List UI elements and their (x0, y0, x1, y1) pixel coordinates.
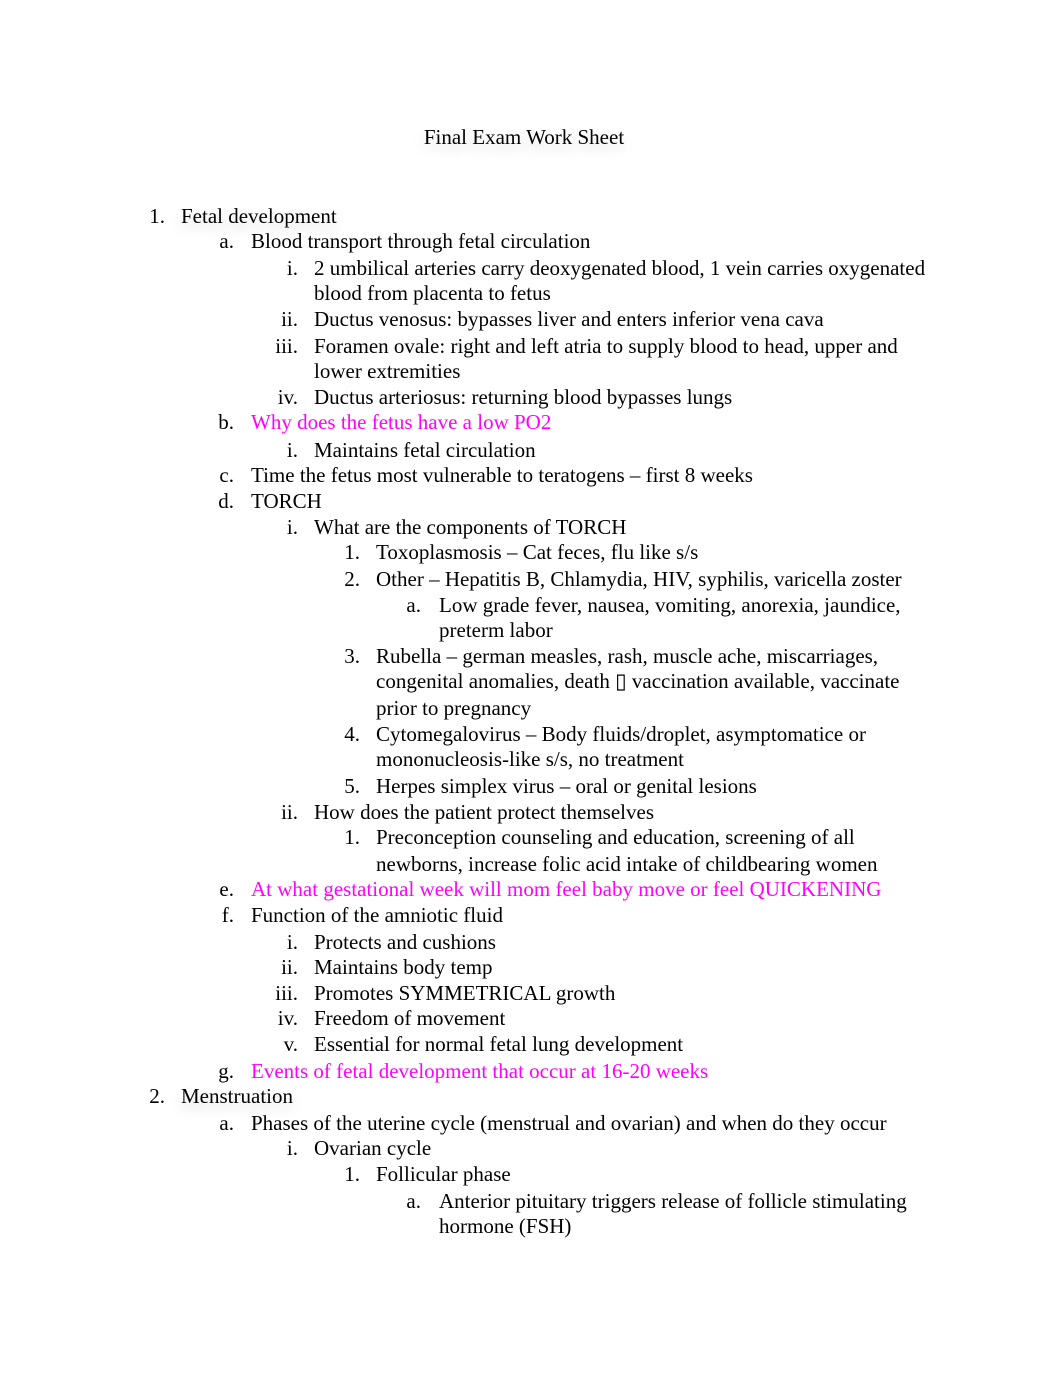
list-marker: i. (286, 515, 298, 539)
list-marker: 1. (149, 204, 165, 228)
list-marker: iv. (277, 1006, 298, 1030)
list-marker: d. (218, 489, 234, 513)
list-item: What are the components of TORCH (314, 515, 627, 539)
list-item: Promotes SYMMETRICAL growth (314, 981, 616, 1005)
list-item: Preconception counseling and education, … (376, 825, 855, 849)
list-item: 2 umbilical arteries carry deoxygenated … (314, 256, 926, 280)
list-item: Ductus venosus: bypasses liver and enter… (314, 307, 824, 331)
list-item: Foramen ovale: right and left atria to s… (314, 334, 898, 358)
list-item: Anterior pituitary triggers release of f… (439, 1189, 907, 1213)
list-marker: 1. (344, 825, 360, 849)
document-title: Final Exam Work Sheet (423, 125, 625, 149)
list-item: Cytomegalovirus – Body fluids/droplet, a… (376, 722, 866, 746)
list-marker: iii. (275, 981, 298, 1005)
list-item: Other – Hepatitis B, Chlamydia, HIV, syp… (376, 567, 902, 591)
list-marker: a. (219, 1111, 234, 1135)
list-item: prior to pregnancy (376, 696, 532, 720)
highlighted-question: Why does the fetus have a low PO2 (251, 410, 552, 434)
list-marker: 5. (344, 774, 360, 798)
list-item: Blood transport through fetal circulatio… (251, 229, 591, 253)
list-item: Essential for normal fetal lung developm… (314, 1032, 684, 1056)
list-item: How does the patient protect themselves (314, 800, 654, 824)
list-marker: 3. (344, 644, 360, 668)
list-item: Freedom of movement (314, 1006, 506, 1030)
list-item: lower extremities (314, 359, 461, 383)
list-marker: ii. (281, 307, 298, 331)
list-item: mononucleosis-like s/s, no treatment (376, 747, 684, 771)
list-item: Ductus arteriosus: returning blood bypas… (314, 385, 733, 409)
list-marker: 1. (344, 1162, 360, 1186)
list-marker: 1. (344, 540, 360, 564)
list-item: Herpes simplex virus – oral or genital l… (376, 774, 757, 798)
list-item: Follicular phase (376, 1162, 511, 1186)
list-marker: v. (283, 1032, 298, 1056)
list-item: blood from placenta to fetus (314, 281, 551, 305)
highlighted-question: At what gestational week will mom feel b… (251, 877, 882, 901)
list-item: Time the fetus most vulnerable to terato… (251, 463, 753, 487)
list-item: newborns, increase folic acid intake of … (376, 852, 878, 876)
list-marker: f. (221, 903, 234, 927)
list-item: Rubella – german measles, rash, muscle a… (376, 644, 879, 668)
list-marker: b. (218, 410, 234, 434)
list-item: Toxoplasmosis – Cat feces, flu like s/s (376, 540, 699, 564)
list-marker: ii. (281, 800, 298, 824)
list-marker: iii. (275, 334, 298, 358)
list-marker: i. (286, 438, 298, 462)
list-marker: 2. (344, 567, 360, 591)
list-marker: c. (219, 463, 234, 487)
list-marker: g. (218, 1059, 234, 1083)
list-marker: 2. (149, 1084, 165, 1108)
list-item: hormone (FSH) (439, 1214, 572, 1238)
list-marker: ii. (281, 955, 298, 979)
list-item: preterm labor (439, 618, 553, 642)
list-item: TORCH (251, 489, 322, 513)
list-marker: 4. (344, 722, 360, 746)
document-page: Final Exam Work Sheet 1. Fetal developmen… (0, 0, 1062, 1377)
list-item: Function of the amniotic fluid (251, 903, 503, 927)
list-marker: iv. (277, 385, 298, 409)
list-item: Maintains body temp (314, 955, 493, 979)
section-heading: Fetal development (181, 204, 337, 228)
list-marker: i. (286, 1136, 298, 1160)
list-item: Phases of the uterine cycle (menstrual a… (251, 1111, 887, 1135)
highlighted-question: Events of fetal development that occur a… (251, 1059, 709, 1083)
list-item: Protects and cushions (314, 930, 496, 954)
list-marker: a. (406, 1189, 421, 1213)
list-marker: e. (219, 877, 234, 901)
list-marker: a. (219, 229, 234, 253)
section-heading: Menstruation (181, 1084, 293, 1108)
list-marker: i. (286, 930, 298, 954)
list-item: Ovarian cycle (314, 1136, 432, 1160)
list-item: Low grade fever, nausea, vomiting, anore… (439, 593, 901, 617)
list-item: Maintains fetal circulation (314, 438, 536, 462)
list-marker: a. (406, 593, 421, 617)
list-marker: i. (286, 256, 298, 280)
list-item: congenital anomalies, death ▯ vaccinatio… (376, 669, 900, 693)
